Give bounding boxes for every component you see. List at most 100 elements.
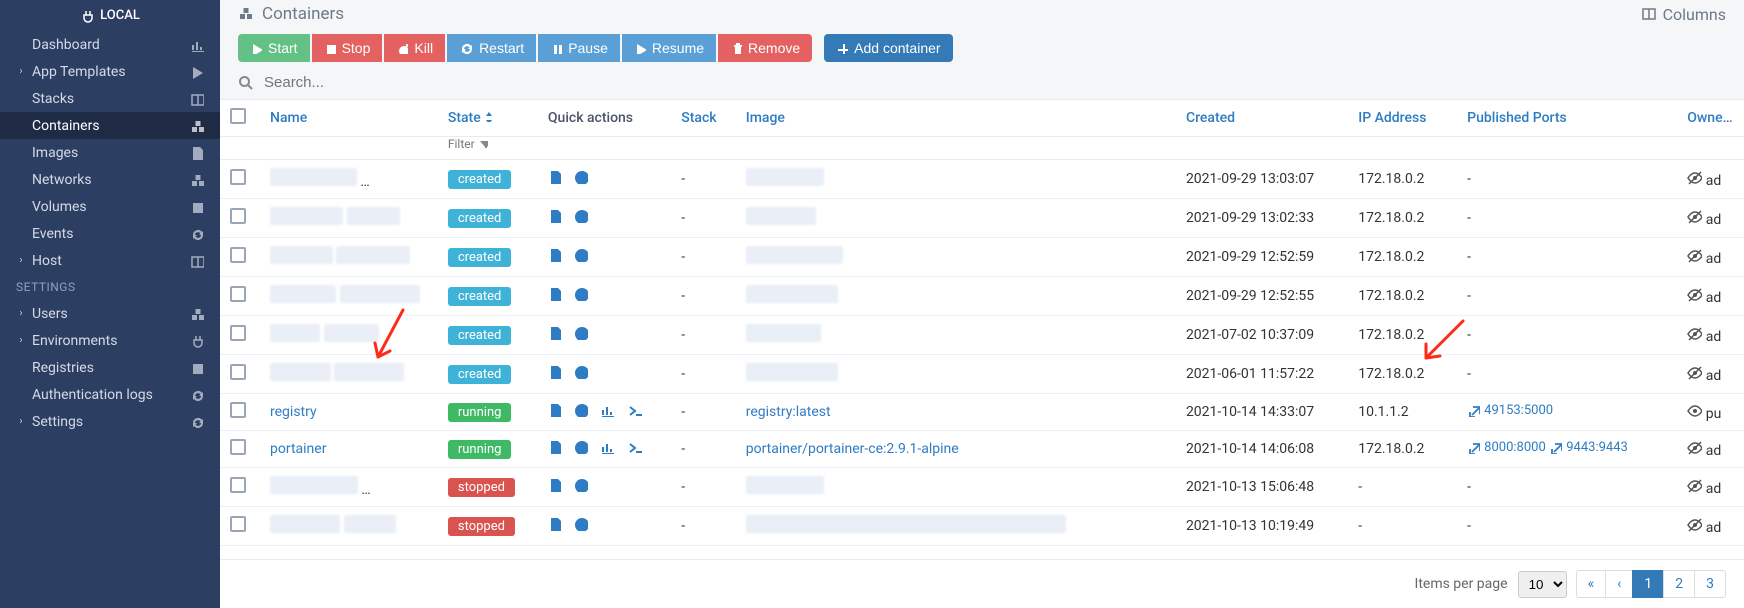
sidebar-item-networks[interactable]: Networks — [0, 166, 220, 193]
stack-cell: - — [671, 507, 735, 546]
image-link[interactable]: portainer/portainer-ce:2.9.1-alpine — [746, 441, 959, 457]
logs-icon[interactable] — [548, 440, 562, 454]
stack-cell: - — [671, 238, 735, 277]
restart-button[interactable]: Restart — [447, 34, 536, 62]
container-name-link[interactable]: portainer — [270, 441, 326, 457]
row-checkbox[interactable] — [230, 402, 246, 418]
inspect-icon[interactable] — [574, 209, 588, 223]
users-icon — [190, 307, 204, 321]
inspect-icon[interactable] — [574, 440, 588, 454]
logs-icon[interactable] — [548, 403, 562, 417]
select-all-checkbox[interactable] — [230, 108, 246, 124]
port-link[interactable]: 9443:9443 — [1549, 440, 1628, 455]
sidebar-item-settings[interactable]: ›Settings — [0, 408, 220, 435]
pager-page-2[interactable]: 2 — [1663, 570, 1695, 598]
inspect-icon[interactable] — [574, 517, 588, 531]
remove-button[interactable]: Remove — [718, 34, 812, 62]
col-ip[interactable]: IP Address — [1348, 100, 1457, 137]
ip-cell: 172.18.0.2 — [1348, 431, 1457, 468]
inspect-icon[interactable] — [574, 365, 588, 379]
stack-cell: - — [671, 277, 735, 316]
start-button[interactable]: Start — [238, 34, 310, 62]
col-stack[interactable]: Stack — [671, 100, 735, 137]
logs-icon[interactable] — [548, 365, 562, 379]
console-icon[interactable] — [628, 440, 644, 454]
sidebar-item-images[interactable]: Images — [0, 139, 220, 166]
sidebar-item-volumes[interactable]: Volumes — [0, 193, 220, 220]
pager-page-3[interactable]: 3 — [1694, 570, 1726, 598]
sidebar-item-stacks[interactable]: Stacks — [0, 85, 220, 112]
sidebar-item-label: Users — [32, 306, 190, 322]
col-created[interactable]: Created — [1176, 100, 1348, 137]
resume-button[interactable]: Resume — [622, 34, 716, 62]
sidebar-item-app-templates[interactable]: ›App Templates — [0, 58, 220, 85]
sidebar-section-settings: SETTINGS — [0, 274, 220, 300]
items-per-page-select[interactable]: 10 — [1518, 571, 1567, 598]
ports-cell: 8000:8000 9443:9443 — [1457, 431, 1677, 468]
row-checkbox[interactable] — [230, 169, 246, 185]
inspect-icon[interactable] — [574, 403, 588, 417]
col-image[interactable]: Image — [736, 100, 1176, 137]
row-checkbox[interactable] — [230, 439, 246, 455]
pause-button[interactable]: Pause — [538, 34, 620, 62]
sidebar-item-users[interactable]: ›Users — [0, 300, 220, 327]
sidebar-item-dashboard[interactable]: Dashboard — [0, 31, 220, 58]
sidebar-item-containers[interactable]: Containers — [0, 112, 220, 139]
quick-actions — [548, 365, 588, 379]
inspect-icon[interactable] — [574, 170, 588, 184]
row-checkbox[interactable] — [230, 286, 246, 302]
pager-page-1[interactable]: 1 — [1632, 570, 1664, 598]
row-checkbox[interactable] — [230, 477, 246, 493]
columns-button[interactable]: Columns — [1641, 5, 1726, 24]
stop-button[interactable]: Stop — [312, 34, 383, 62]
state-filter[interactable]: Filter — [438, 137, 538, 160]
inspect-icon[interactable] — [574, 287, 588, 301]
row-checkbox[interactable] — [230, 247, 246, 263]
stack-cell: - — [671, 431, 735, 468]
row-checkbox[interactable] — [230, 364, 246, 380]
row-checkbox[interactable] — [230, 208, 246, 224]
stats-icon[interactable] — [600, 403, 616, 417]
logs-icon[interactable] — [548, 209, 562, 223]
sidebar-item-environments[interactable]: ›Environments — [0, 327, 220, 354]
logs-icon[interactable] — [548, 287, 562, 301]
sidebar-item-label: Volumes — [32, 199, 190, 215]
row-checkbox[interactable] — [230, 516, 246, 532]
col-ports[interactable]: Published Ports — [1457, 100, 1677, 137]
sidebar-item-host[interactable]: ›Host — [0, 247, 220, 274]
table-row: created - 2021-07-02 10:37:09 172.18.0.2… — [220, 316, 1744, 355]
logs-icon[interactable] — [548, 478, 562, 492]
container-name-link[interactable]: registry — [270, 404, 317, 420]
copy-icon — [190, 146, 204, 160]
inspect-icon[interactable] — [574, 326, 588, 340]
port-link[interactable]: 8000:8000 — [1467, 440, 1546, 455]
database-icon — [190, 361, 204, 375]
col-state[interactable]: State — [438, 100, 538, 137]
inspect-icon[interactable] — [574, 248, 588, 262]
pager-prev[interactable]: ‹ — [1605, 570, 1633, 598]
logs-icon[interactable] — [548, 326, 562, 340]
search-input[interactable] — [264, 74, 1726, 91]
quick-actions — [548, 170, 588, 184]
add-container-button[interactable]: Add container — [824, 34, 952, 62]
port-link[interactable]: 49153:5000 — [1467, 403, 1553, 418]
ownership-cell: ad — [1677, 431, 1744, 468]
row-checkbox[interactable] — [230, 325, 246, 341]
sidebar-item-events[interactable]: Events — [0, 220, 220, 247]
kill-button[interactable]: Kill — [384, 34, 445, 62]
sidebar-item-registries[interactable]: Registries — [0, 354, 220, 381]
ip-cell: 172.18.0.2 — [1348, 277, 1457, 316]
col-ownership[interactable]: Ownership — [1677, 100, 1744, 137]
pager-first[interactable]: « — [1576, 570, 1607, 598]
inspect-icon[interactable] — [574, 478, 588, 492]
stats-icon[interactable] — [600, 440, 616, 454]
sidebar-item-label: Host — [32, 253, 190, 269]
sidebar-item-authentication-logs[interactable]: Authentication logs — [0, 381, 220, 408]
logs-icon[interactable] — [548, 248, 562, 262]
logs-icon[interactable] — [548, 170, 562, 184]
col-name[interactable]: Name — [260, 100, 438, 137]
env-name: LOCAL — [100, 8, 140, 23]
console-icon[interactable] — [628, 403, 644, 417]
image-link[interactable]: registry:latest — [746, 404, 831, 420]
logs-icon[interactable] — [548, 517, 562, 531]
